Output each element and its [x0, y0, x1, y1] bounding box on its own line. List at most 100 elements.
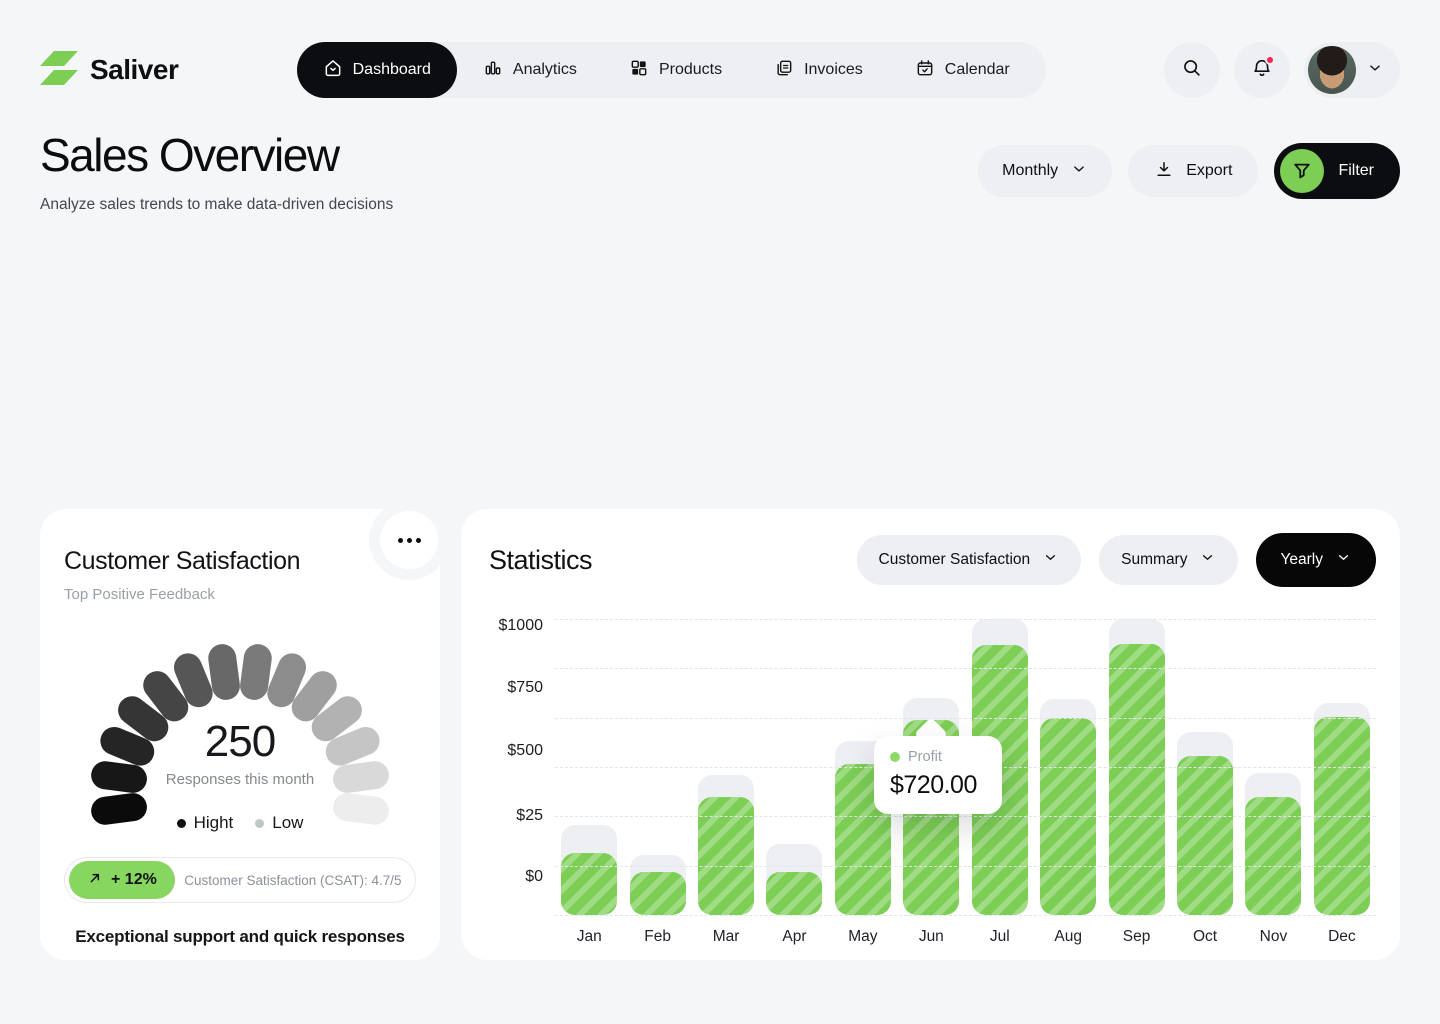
chevron-down-icon [1335, 549, 1352, 571]
chevron-down-icon [1199, 549, 1216, 571]
nav-item-analytics[interactable]: Analytics [457, 42, 603, 98]
x-axis-label: Jan [555, 928, 623, 946]
bar-chart-icon [483, 58, 503, 83]
x-axis: JanFebMarAprMayJunJulAugSepOctNovDec [555, 915, 1376, 959]
x-axis-label: Feb [623, 928, 691, 946]
bar-mar[interactable] [698, 797, 754, 915]
x-axis-label: Mar [692, 928, 760, 946]
saliver-logo-icon [40, 51, 78, 90]
statistics-head: Statistics Customer Satisfaction Summary [485, 533, 1376, 587]
nav-item-label: Dashboard [353, 61, 431, 79]
tooltip-label: Profit [908, 749, 942, 765]
mode-select[interactable]: Summary [1099, 535, 1238, 585]
bar-sep[interactable] [1109, 644, 1165, 915]
legend-item-low: Low [255, 813, 303, 833]
gridline [555, 619, 1376, 620]
x-axis-label: Sep [1102, 928, 1170, 946]
nav-item-products[interactable]: Products [603, 42, 748, 98]
search-button[interactable] [1164, 42, 1220, 98]
card-more-button[interactable] [380, 511, 438, 569]
notifications-button[interactable] [1234, 42, 1290, 98]
page-head-text: Sales Overview Analyze sales trends to m… [40, 128, 393, 214]
statistics-filters: Customer Satisfaction Summary Yearly [857, 533, 1376, 587]
range-select-value: Yearly [1280, 551, 1323, 569]
nav-item-label: Analytics [513, 61, 577, 79]
nav-item-calendar[interactable]: Calendar [889, 42, 1036, 98]
x-axis-label: Jun [897, 928, 965, 946]
gridline [555, 668, 1376, 669]
brand[interactable]: Saliver [40, 51, 178, 90]
y-axis: $1000$750$500$25$0 [485, 619, 555, 915]
y-axis-label: $750 [507, 678, 543, 698]
filter-button[interactable]: Filter [1274, 143, 1400, 199]
x-axis-label: Dec [1308, 928, 1376, 946]
nav-item-dashboard[interactable]: Dashboard [297, 42, 457, 98]
nav-item-label: Products [659, 61, 722, 79]
arrow-up-right-icon [87, 870, 103, 891]
y-axis-label: $500 [507, 741, 543, 761]
csat-summary-pill: + 12% Customer Satisfaction (CSAT): 4.7/… [64, 857, 416, 903]
bar-feb[interactable] [630, 872, 686, 915]
csat-score-text: Customer Satisfaction (CSAT): 4.7/5 [175, 873, 411, 888]
plot-area: Profit $720.00 [555, 619, 1376, 915]
profit-tooltip: Profit $720.00 [874, 736, 1002, 814]
chevron-down-icon [1070, 160, 1088, 183]
nav-item-label: Calendar [945, 61, 1010, 79]
legend-dot-low [255, 819, 264, 828]
plot-wrap: Profit $720.00 JanFebMarAprMayJunJulAugS… [555, 619, 1376, 959]
satisfaction-footer-note: Exceptional support and quick responses [64, 927, 416, 947]
user-menu[interactable] [1304, 42, 1400, 98]
notification-dot [1265, 55, 1275, 65]
dashboard-page: Saliver Dashboard [0, 0, 1440, 1024]
metric-select[interactable]: Customer Satisfaction [857, 535, 1082, 585]
x-axis-label: Aug [1034, 928, 1102, 946]
brand-name: Saliver [90, 54, 178, 86]
period-select[interactable]: Monthly [978, 145, 1112, 197]
page-toolbar: Monthly Export [978, 143, 1400, 199]
page-title: Sales Overview [40, 128, 393, 182]
legend-dot-high [177, 819, 186, 828]
tooltip-value: $720.00 [890, 771, 986, 800]
search-icon [1181, 57, 1203, 84]
bar-oct[interactable] [1177, 756, 1233, 915]
y-axis-label: $0 [525, 867, 543, 887]
satisfaction-title: Customer Satisfaction [64, 547, 416, 576]
grid-icon [629, 58, 649, 83]
download-icon [1154, 159, 1174, 184]
x-axis-label: Nov [1239, 928, 1307, 946]
home-icon [323, 58, 343, 83]
metric-select-value: Customer Satisfaction [879, 551, 1031, 569]
nav-item-label: Invoices [804, 61, 863, 79]
gridline [555, 866, 1376, 867]
change-badge: + 12% [69, 861, 175, 899]
profit-dot-icon [890, 752, 900, 762]
y-axis-label: $1000 [499, 616, 544, 636]
bar-nov[interactable] [1245, 797, 1301, 915]
x-axis-label: Jul [966, 928, 1034, 946]
x-axis-label: Oct [1171, 928, 1239, 946]
period-select-value: Monthly [1002, 162, 1058, 180]
top-bar: Saliver Dashboard [40, 0, 1400, 98]
cards-row: Customer Satisfaction Top Positive Feedb… [40, 509, 1400, 960]
range-select[interactable]: Yearly [1256, 533, 1376, 587]
page-subtitle: Analyze sales trends to make data-driven… [40, 196, 393, 214]
main-nav: Dashboard Analytics [297, 42, 1046, 98]
bar-jan[interactable] [561, 853, 617, 915]
bar-apr[interactable] [766, 872, 822, 915]
x-axis-label: Apr [760, 928, 828, 946]
export-button[interactable]: Export [1128, 145, 1258, 197]
customer-satisfaction-card: Customer Satisfaction Top Positive Feedb… [40, 509, 440, 960]
satisfaction-subtitle: Top Positive Feedback [64, 586, 416, 603]
gridline [555, 816, 1376, 817]
topbar-actions [1164, 42, 1400, 98]
legend-label: Hight [194, 813, 234, 833]
page-head: Sales Overview Analyze sales trends to m… [40, 128, 1400, 214]
statistics-title: Statistics [489, 545, 592, 576]
nav-item-invoices[interactable]: Invoices [748, 42, 889, 98]
chevron-down-icon [1042, 549, 1059, 571]
statistics-card: Statistics Customer Satisfaction Summary [461, 509, 1400, 960]
mode-select-value: Summary [1121, 551, 1187, 569]
chevron-down-icon [1366, 59, 1384, 82]
user-avatar [1308, 46, 1356, 94]
bar-chart: $1000$750$500$25$0 Profit $720.00 [485, 619, 1376, 959]
